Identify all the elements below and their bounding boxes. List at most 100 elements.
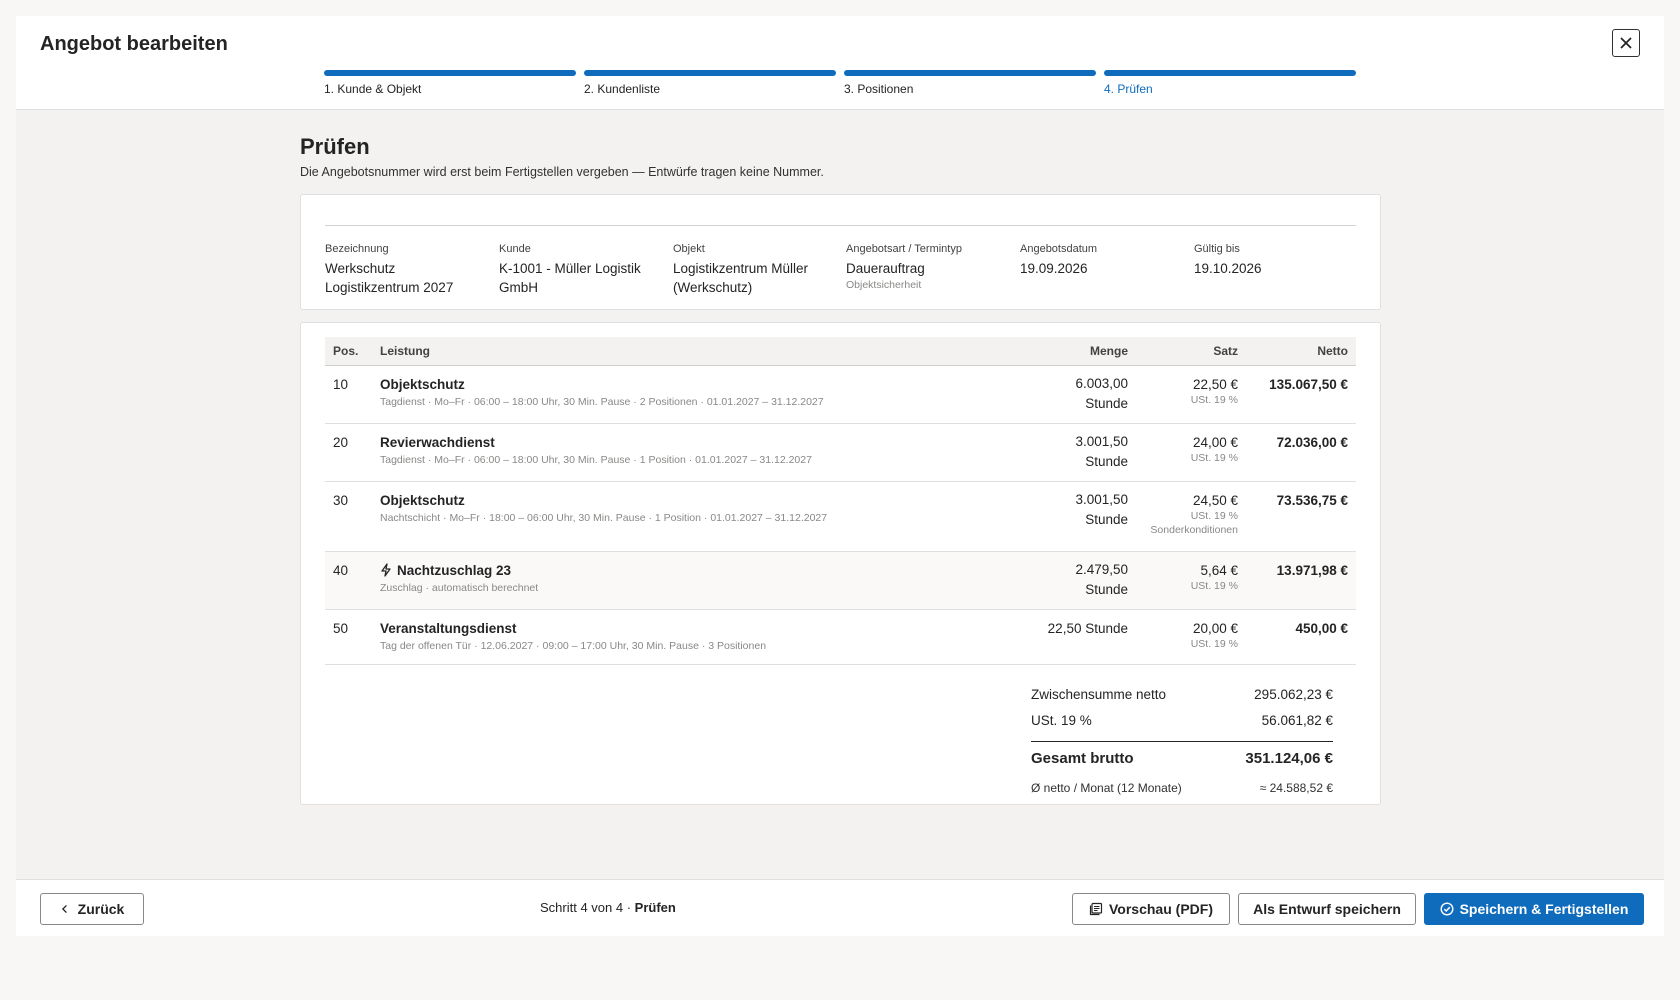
row-einheit: Stunde: [1085, 395, 1128, 411]
row-satz-value: 22,50 €: [1192, 376, 1238, 392]
field-value: K-1001 - Müller Logistik GmbH: [499, 261, 641, 295]
row-einheit: Stunde: [1085, 511, 1128, 527]
field-value: Logistikzentrum Müller (Werkschutz): [673, 261, 809, 295]
field-label: Bezeichnung: [325, 243, 389, 255]
total-label: Ø netto / Monat (12 Monate): [1031, 781, 1182, 795]
row-pos: 30: [325, 481, 380, 552]
step-1-label: 1. Kunde & Objekt: [324, 82, 422, 96]
row-ust: USt. 19 %: [1190, 393, 1238, 406]
field-label: Angebotsart / Termintyp: [846, 243, 962, 255]
row-netto: 73.536,75 €: [1246, 481, 1356, 552]
row-satz: 22,50 € USt. 19 %: [1136, 365, 1246, 424]
step-1-bar: [324, 70, 576, 76]
finish-button-label: Speichern & Fertigstellen: [1459, 901, 1629, 917]
row-pos: 40: [325, 551, 380, 610]
step-indicator-prefix: Schritt 4 von 4 ·: [540, 900, 635, 915]
row-leistung: Revierwachdienst Tagdienst · Mo–Fr · 06:…: [380, 423, 1020, 482]
step-2[interactable]: 2. Kundenliste: [584, 70, 836, 96]
preview-button-label: Vorschau (PDF): [1109, 901, 1213, 917]
total-gesamt-brutto: Gesamt brutto 351.124,06 €: [1031, 741, 1333, 775]
total-value: ≈ 24.588,52 €: [1259, 781, 1333, 795]
row-netto: 450,00 €: [1246, 609, 1356, 665]
row-detail: Tagdienst · Mo–Fr · 06:00 – 18:00 Uhr, 3…: [380, 453, 812, 466]
row-leistung: Veranstaltungsdienst Tag der offenen Tür…: [380, 609, 1020, 665]
step-4-bar: [1104, 70, 1356, 76]
row-name: Revierwachdienst: [380, 434, 495, 450]
row-leistung: Objektschutz Tagdienst · Mo–Fr · 06:00 –…: [380, 365, 1020, 424]
step-1[interactable]: 1. Kunde & Objekt: [324, 70, 576, 96]
step-4[interactable]: 4. Prüfen: [1104, 70, 1356, 96]
total-zwischensumme: Zwischensumme netto 295.062,23 €: [1031, 681, 1333, 707]
row-menge-value: 22,50 Stunde: [1047, 620, 1128, 636]
row-menge-value: 2.479,50: [1075, 561, 1128, 577]
divider: [325, 225, 1356, 226]
positions-table: Pos. Leistung Menge Satz Netto 10 Objekt…: [325, 337, 1356, 665]
total-value: 56.061,82 €: [1261, 712, 1333, 728]
save-draft-button[interactable]: Als Entwurf speichern: [1238, 893, 1416, 925]
row-name: Veranstaltungsdienst: [380, 620, 517, 636]
field-label: Gültig bis: [1194, 243, 1240, 255]
field-label: Kunde: [499, 243, 531, 255]
field-bezeichnung: Bezeichnung Werkschutz Logistikzentrum 2…: [325, 243, 485, 297]
row-ust: USt. 19 %: [1190, 637, 1238, 650]
row-einheit: Stunde: [1085, 453, 1128, 469]
total-label: Zwischensumme netto: [1031, 686, 1167, 702]
dialog-header: Angebot bearbeiten 1. Kunde & Objekt 2. …: [16, 16, 1664, 110]
row-netto: 13.971,98 €: [1246, 551, 1356, 610]
row-pos: 20: [325, 423, 380, 482]
col-satz: Satz: [1136, 337, 1246, 366]
save-finish-button[interactable]: Speichern & Fertigstellen: [1424, 893, 1644, 925]
dialog-footer: Zurück Schritt 4 von 4 · Prüfen Vorschau…: [16, 879, 1664, 936]
table-row[interactable]: 50 Veranstaltungsdienst Tag der offenen …: [325, 609, 1356, 665]
row-menge: 3.001,50 Stunde: [1020, 481, 1136, 552]
col-pos: Pos.: [325, 337, 380, 366]
dialog-title: Angebot bearbeiten: [40, 33, 228, 55]
row-menge-value: 3.001,50: [1075, 491, 1128, 507]
draft-button-label: Als Entwurf speichern: [1253, 901, 1401, 917]
row-netto: 72.036,00 €: [1246, 423, 1356, 482]
total-monat: Ø netto / Monat (12 Monate) ≈ 24.588,52 …: [1031, 775, 1333, 801]
step-2-bar: [584, 70, 836, 76]
col-leistung: Leistung: [380, 337, 1020, 366]
document-preview-icon: [1089, 902, 1103, 916]
back-button[interactable]: Zurück: [40, 893, 144, 925]
row-pos: 50: [325, 609, 380, 665]
totals-block: Zwischensumme netto 295.062,23 € USt. 19…: [1031, 681, 1333, 801]
wizard-steps: 1. Kunde & Objekt 2. Kundenliste 3. Posi…: [324, 70, 1356, 100]
step-3-bar: [844, 70, 1096, 76]
step-indicator: Schritt 4 von 4 · Prüfen: [540, 900, 676, 915]
step-3[interactable]: 3. Positionen: [844, 70, 1096, 96]
close-button[interactable]: [1612, 29, 1640, 57]
field-value: Werkschutz Logistikzentrum 2027: [325, 261, 454, 295]
step-3-label: 3. Positionen: [844, 82, 914, 96]
field-value: 19.10.2026: [1194, 261, 1262, 276]
field-angebotsdatum: Angebotsdatum 19.09.2026: [1020, 243, 1180, 278]
row-ust: USt. 19 %: [1190, 451, 1238, 464]
row-satz-value: 20,00 €: [1192, 620, 1238, 636]
table-row[interactable]: 40 Nachtzuschlag 23 Zuschlag · automatis…: [325, 551, 1356, 610]
total-label: USt. 19 %: [1031, 712, 1092, 728]
preview-pdf-button[interactable]: Vorschau (PDF): [1072, 893, 1230, 925]
step-indicator-name: Prüfen: [634, 900, 676, 915]
chevron-left-icon: [61, 904, 67, 914]
table-row[interactable]: 20 Revierwachdienst Tagdienst · Mo–Fr · …: [325, 423, 1356, 482]
row-name: Nachtzuschlag 23: [397, 562, 512, 578]
row-detail: Zuschlag · automatisch berechnet: [380, 581, 539, 594]
positions-card: Pos. Leistung Menge Satz Netto 10 Objekt…: [300, 322, 1381, 805]
total-label: Gesamt brutto: [1031, 750, 1134, 767]
page-heading: Prüfen Die Angebotsnummer wird erst beim…: [300, 134, 1380, 179]
row-satz-value: 5,64 €: [1200, 562, 1238, 578]
row-ust: USt. 19 %: [1190, 579, 1238, 592]
row-leistung: Objektschutz Nachtschicht · Mo–Fr · 18:0…: [380, 481, 1020, 552]
row-netto: 135.067,50 €: [1246, 365, 1356, 424]
row-sonderkonditionen: Sonderkonditionen: [1150, 523, 1238, 536]
lightning-icon: [381, 562, 391, 577]
offer-edit-dialog: Angebot bearbeiten 1. Kunde & Objekt 2. …: [16, 16, 1664, 936]
check-circle-icon: [1440, 902, 1454, 916]
field-label: Objekt: [673, 243, 705, 255]
table-row[interactable]: 30 Objektschutz Nachtschicht · Mo–Fr · 1…: [325, 481, 1356, 552]
row-satz: 5,64 € USt. 19 %: [1136, 551, 1246, 610]
table-row[interactable]: 10 Objektschutz Tagdienst · Mo–Fr · 06:0…: [325, 365, 1356, 424]
table-header-row: Pos. Leistung Menge Satz Netto: [325, 337, 1356, 366]
field-kunde: Kunde K-1001 - Müller Logistik GmbH: [499, 243, 659, 297]
